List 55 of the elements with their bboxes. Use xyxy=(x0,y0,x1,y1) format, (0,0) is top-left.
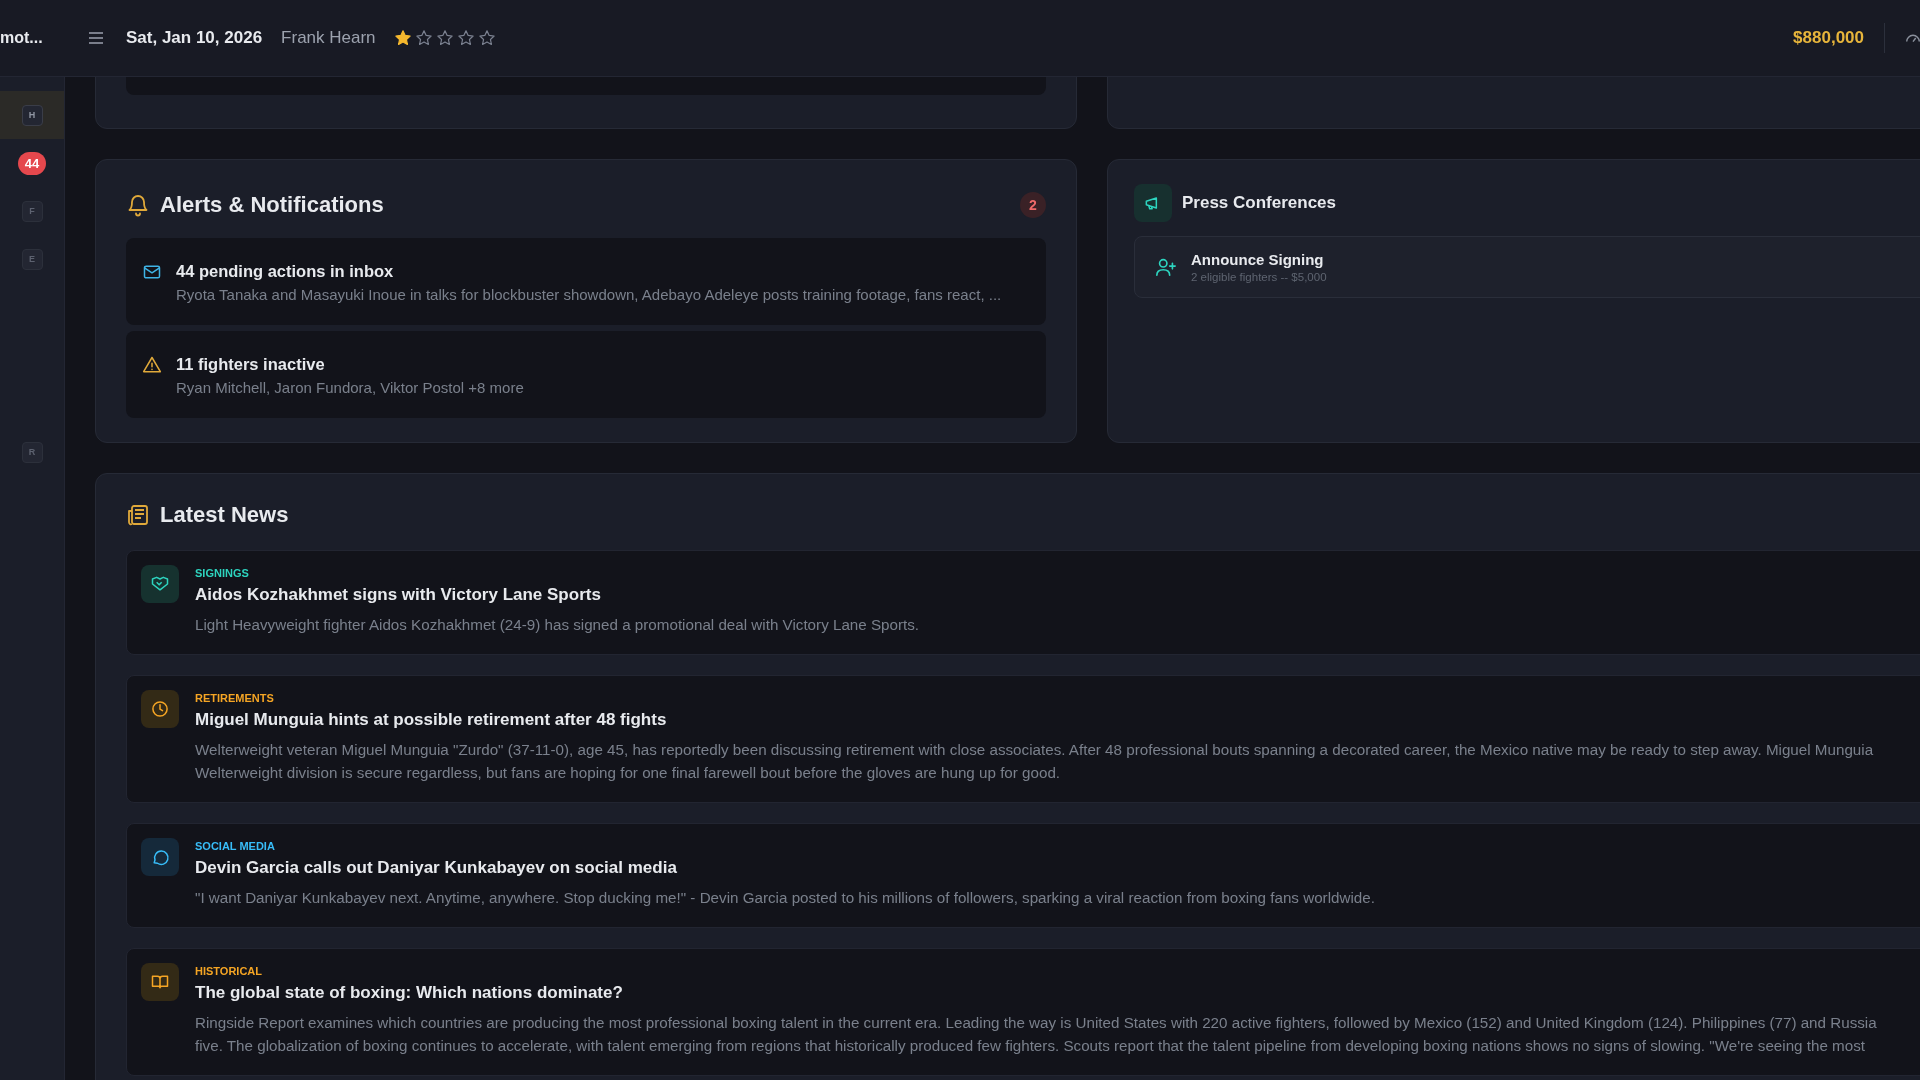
chat-bubble-icon xyxy=(150,847,170,867)
news-summary: "I want Daniyar Kunkabayev next. Anytime, anywhere. Stop ducking me!" - Devin Garcia posted to his millions of followers, sparking a viral reaction from boxing fans worldwide. xyxy=(195,888,1375,908)
news-headline: Miguel Munguia hints at possible retirement after 48 fights xyxy=(195,710,668,730)
news-summary: Ringside Report examines which countries are producing the most professional boxing talent in the current era. Leading the way is United States with 220 active fighters, followed by Mexico (152) and United Kingdom (124). Philippines (77) and Russia xyxy=(195,1013,1877,1033)
star-icon xyxy=(477,29,496,47)
news-item[interactable] xyxy=(126,823,1920,928)
star-icon xyxy=(393,29,412,47)
panel-title: Alerts & Notifications xyxy=(160,192,384,218)
alert-item[interactable]: 11 fighters inactive Ryan Mitchell, Jaron Fundora, Viktor Postol +8 more xyxy=(126,331,1046,418)
shortcut-key: F xyxy=(21,200,43,222)
news-headline: The global state of boxing: Which nations dominate? xyxy=(195,983,624,1003)
star-icon xyxy=(435,29,454,47)
shortcut-key: H xyxy=(21,104,43,126)
news-category: SIGNINGS xyxy=(195,567,250,579)
news-category: RETIREMENTS xyxy=(195,692,275,704)
count-badge: 2 xyxy=(1020,192,1046,218)
megaphone-icon xyxy=(1134,184,1172,222)
news-headline: Aidos Kozhakhmet signs with Victory Lane Sports xyxy=(195,585,602,605)
game-date: Sat, Jan 10, 2026 xyxy=(126,28,263,48)
envelope-icon xyxy=(142,262,162,282)
news-item[interactable] xyxy=(126,675,1920,803)
alert-title: 44 pending actions in inbox xyxy=(176,262,395,281)
option-detail: 2 eligible fighters -- $5,000 xyxy=(1191,271,1327,283)
news-category: HISTORICAL xyxy=(195,965,264,977)
news-item[interactable]: SIGNINGS Aidos Kozhakhmet signs with Victory Lane Sports Light Heavyweight fighter Aidos Kozhakhmet (24-9) has signed a promotional deal with Victory Lane Sports. xyxy=(126,550,1920,655)
news-summary: Light Heavyweight fighter Aidos Kozhakhmet (24-9) has signed a promotional deal with Victory Lane Sports. xyxy=(195,615,920,635)
news-summary: Welterweight division is secure regardless, but fans are hoping for one final farewell bout before the gloves are hung up for good. xyxy=(195,763,1062,783)
add-person-icon xyxy=(1155,256,1177,278)
balance: $880,000 xyxy=(1793,28,1864,48)
warning-icon xyxy=(142,355,162,375)
news-item[interactable] xyxy=(126,948,1920,1076)
alert-detail: Ryan Mitchell, Jaron Fundora, Viktor Postol +8 more xyxy=(176,379,524,396)
sidebar-item[interactable]: H xyxy=(0,91,64,139)
shortcut-key: E xyxy=(21,248,43,270)
panel-title: Press Conferences xyxy=(1182,193,1337,213)
news-summary: five. The globalization of boxing continues to accelerate, with talent emerging from regions that historically produced few fighters. Scouts report that the talent pipeline from developing boxing nations shows no signs of slowing. "We're seeing the most xyxy=(195,1036,1866,1056)
count-badge: 44 xyxy=(17,151,47,175)
app-title: mot... xyxy=(0,29,44,47)
clock-icon xyxy=(150,699,170,719)
newspaper-icon xyxy=(126,503,150,527)
star-icon xyxy=(414,29,433,47)
press-conference-option[interactable]: Announce Signing 2 eligible fighters -- $5,000 xyxy=(1134,236,1920,298)
news-category: SOCIAL MEDIA xyxy=(195,840,276,852)
news-headline: Devin Garcia calls out Daniyar Kunkabayev on social media xyxy=(195,858,678,878)
alert-title: 11 fighters inactive xyxy=(176,355,326,374)
bell-icon xyxy=(126,193,150,217)
panel-title: Latest News xyxy=(160,502,289,528)
news-summary: Welterweight veteran Miguel Munguia "Zurdo" (37-11-0), age 45, has reportedly been discussing retirement with close associates. After 48 professional bouts spanning a decorated career, the Mexico native may be ready to step away. Miguel Munguia xyxy=(195,740,1874,760)
shortcut-key: R xyxy=(21,441,43,463)
alert-detail: Ryota Tanaka and Masayuki Inoue in talks for blockbuster showdown, Adebayo Adeleye posts training footage, fans react, ... xyxy=(176,286,1002,303)
alert-item[interactable]: 44 pending actions in inbox Ryota Tanaka and Masayuki Inoue in talks for blockbuster showdown, Adebayo Adeleye posts training footage, fans react, ... xyxy=(126,238,1046,325)
option-title: Announce Signing xyxy=(1191,251,1325,268)
manager-name: Frank Hearn xyxy=(281,28,376,48)
sidebar-item[interactable]: 44 xyxy=(0,139,64,187)
star-icon xyxy=(456,29,475,47)
